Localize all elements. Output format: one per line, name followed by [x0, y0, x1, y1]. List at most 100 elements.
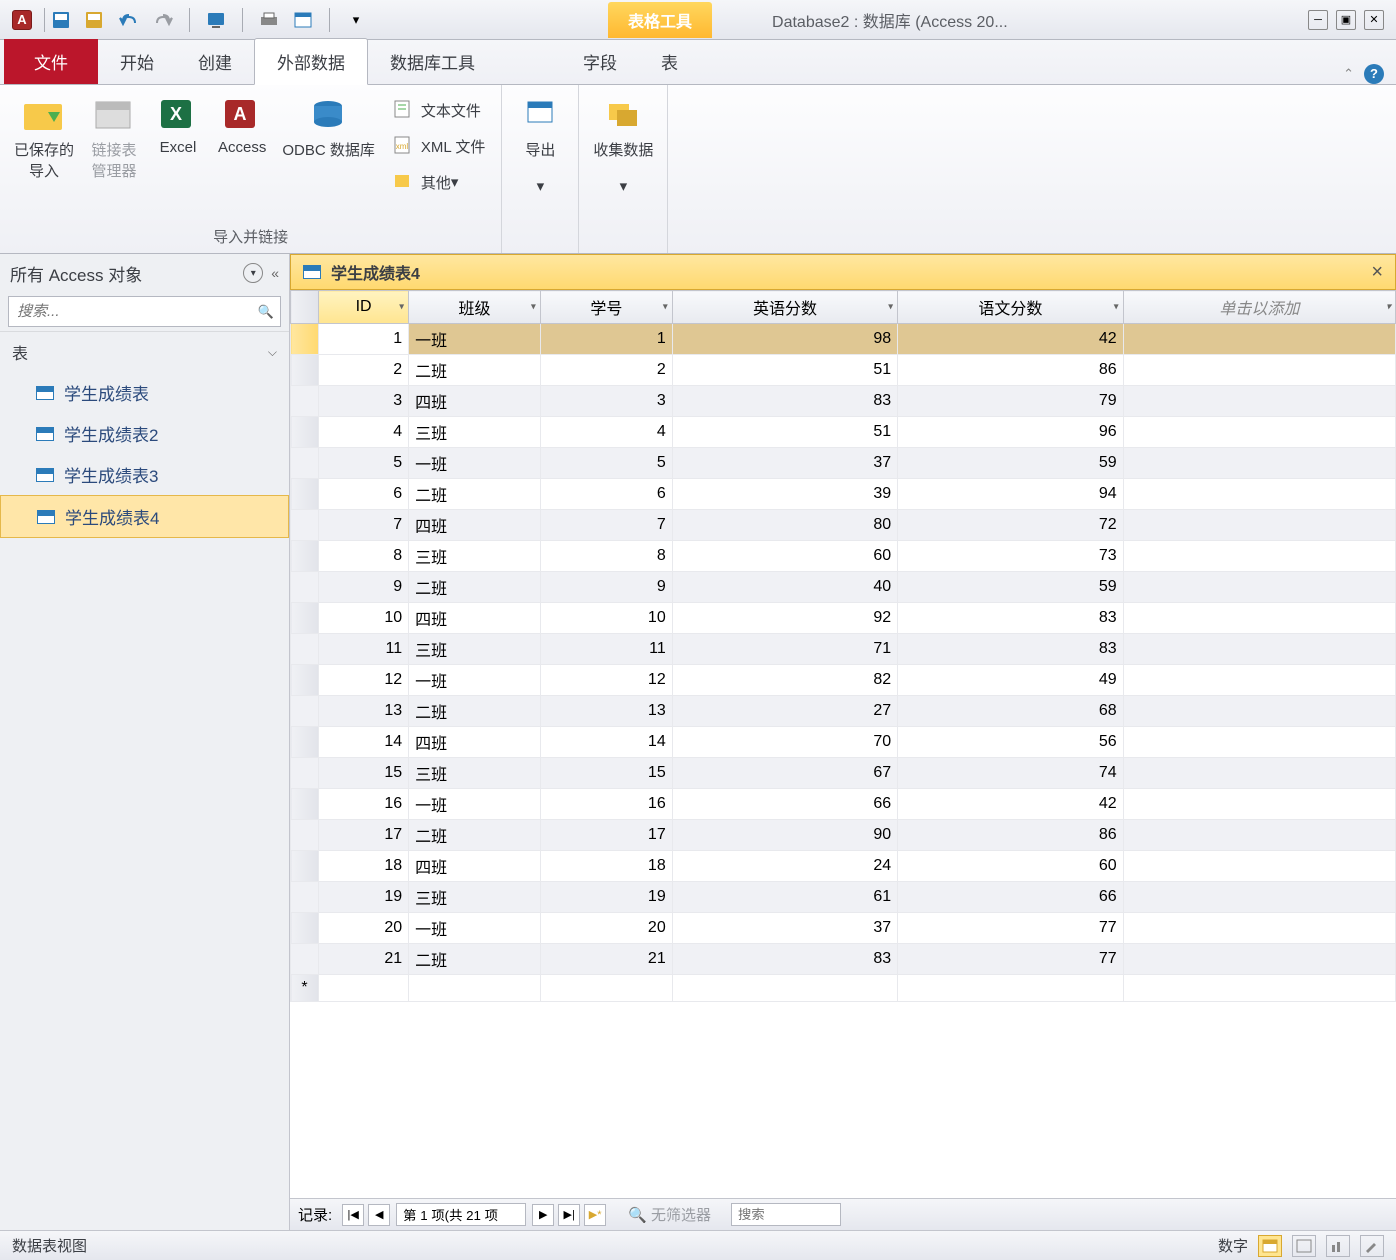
prev-record-icon[interactable]: ◀	[368, 1204, 390, 1226]
cell-id[interactable]: 13	[319, 696, 409, 727]
cell-empty[interactable]	[1123, 913, 1395, 944]
table-row[interactable]: 12一班128249	[291, 665, 1396, 696]
search-icon[interactable]: 🔍	[252, 297, 280, 326]
cell-empty[interactable]	[1123, 634, 1395, 665]
row-selector[interactable]	[291, 634, 319, 665]
cell-english[interactable]: 82	[672, 665, 897, 696]
column-header[interactable]: 语文分数▾	[898, 291, 1123, 324]
cell-english[interactable]: 39	[672, 479, 897, 510]
cell-class[interactable]: 四班	[409, 386, 541, 417]
cell-empty[interactable]	[1123, 944, 1395, 975]
cell-class[interactable]: 一班	[409, 913, 541, 944]
undo-icon[interactable]	[117, 8, 141, 32]
row-selector[interactable]	[291, 541, 319, 572]
cell-english[interactable]: 98	[672, 324, 897, 355]
cell-no[interactable]: 4	[540, 417, 672, 448]
document-tab[interactable]: 学生成绩表4 ×	[290, 254, 1396, 290]
save-icon[interactable]	[49, 8, 73, 32]
nav-item-table[interactable]: 学生成绩表3	[0, 454, 289, 495]
cell-id[interactable]: 9	[319, 572, 409, 603]
select-all-cell[interactable]	[291, 291, 319, 324]
cell-class[interactable]: 三班	[409, 758, 541, 789]
screen-icon[interactable]	[204, 8, 228, 32]
cell-empty[interactable]	[1123, 727, 1395, 758]
cell-english[interactable]: 90	[672, 820, 897, 851]
cell-chinese[interactable]: 68	[898, 696, 1123, 727]
tab-home[interactable]: 开始	[98, 39, 176, 84]
cell-english[interactable]: 40	[672, 572, 897, 603]
cell-class[interactable]: 二班	[409, 479, 541, 510]
cell-english[interactable]: 67	[672, 758, 897, 789]
row-selector[interactable]	[291, 665, 319, 696]
cell-id[interactable]: 6	[319, 479, 409, 510]
nav-header[interactable]: 所有 Access 对象 ▾ «	[0, 254, 289, 292]
cell-class[interactable]: 二班	[409, 820, 541, 851]
cell-english[interactable]: 60	[672, 541, 897, 572]
row-selector[interactable]	[291, 572, 319, 603]
table-row[interactable]: 9二班94059	[291, 572, 1396, 603]
table-icon[interactable]	[291, 8, 315, 32]
chevron-down-icon[interactable]: ▾	[243, 263, 263, 283]
cell-id[interactable]: 15	[319, 758, 409, 789]
next-record-icon[interactable]: ▶	[532, 1204, 554, 1226]
row-selector[interactable]	[291, 448, 319, 479]
cell-chinese[interactable]: 86	[898, 355, 1123, 386]
table-row[interactable]: 14四班147056	[291, 727, 1396, 758]
row-selector[interactable]	[291, 758, 319, 789]
tab-table[interactable]: 表	[639, 39, 700, 84]
cell-empty[interactable]	[1123, 541, 1395, 572]
cell-class[interactable]: 一班	[409, 324, 541, 355]
cell-empty[interactable]	[1123, 448, 1395, 479]
help-icon[interactable]: ?	[1364, 64, 1384, 84]
cell-no[interactable]: 1	[540, 324, 672, 355]
cell-no[interactable]: 14	[540, 727, 672, 758]
table-row[interactable]: 5一班53759	[291, 448, 1396, 479]
cell-english[interactable]: 80	[672, 510, 897, 541]
cell-no[interactable]: 9	[540, 572, 672, 603]
cell-class[interactable]: 一班	[409, 789, 541, 820]
cell-id[interactable]: 16	[319, 789, 409, 820]
cell-class[interactable]: 四班	[409, 603, 541, 634]
cell-class[interactable]: 二班	[409, 944, 541, 975]
import-text-button[interactable]: 文本文件	[385, 95, 493, 125]
cell-no[interactable]: 19	[540, 882, 672, 913]
cell-empty[interactable]	[1123, 324, 1395, 355]
collapse-ribbon-icon[interactable]: ⌃	[1343, 66, 1354, 82]
table-row[interactable]: 1一班19842	[291, 324, 1396, 355]
column-dropdown-icon[interactable]: ▾	[1114, 302, 1119, 313]
cell-english[interactable]: 24	[672, 851, 897, 882]
table-row[interactable]: 19三班196166	[291, 882, 1396, 913]
cell-class[interactable]: 四班	[409, 510, 541, 541]
row-selector[interactable]	[291, 386, 319, 417]
table-row[interactable]: 21二班218377	[291, 944, 1396, 975]
table-row[interactable]: 13二班132768	[291, 696, 1396, 727]
cell-chinese[interactable]: 56	[898, 727, 1123, 758]
first-record-icon[interactable]: |◀	[342, 1204, 364, 1226]
cell-chinese[interactable]: 74	[898, 758, 1123, 789]
row-selector[interactable]	[291, 882, 319, 913]
close-icon[interactable]: ✕	[1364, 10, 1384, 30]
cell-english[interactable]: 71	[672, 634, 897, 665]
column-dropdown-icon[interactable]: ▾	[1386, 302, 1391, 313]
column-dropdown-icon[interactable]: ▾	[663, 302, 668, 313]
cell-english[interactable]: 61	[672, 882, 897, 913]
table-row[interactable]: 4三班45196	[291, 417, 1396, 448]
cell-id[interactable]: 14	[319, 727, 409, 758]
cell-chinese[interactable]: 73	[898, 541, 1123, 572]
cell-no[interactable]: 10	[540, 603, 672, 634]
column-dropdown-icon[interactable]: ▾	[531, 302, 536, 313]
cell-id[interactable]: 20	[319, 913, 409, 944]
cell-no[interactable]: 21	[540, 944, 672, 975]
cell-id[interactable]: 1	[319, 324, 409, 355]
cell-empty[interactable]	[1123, 479, 1395, 510]
cell-no[interactable]: 16	[540, 789, 672, 820]
cell-english[interactable]: 92	[672, 603, 897, 634]
cell-no[interactable]: 17	[540, 820, 672, 851]
cell-class[interactable]: 二班	[409, 572, 541, 603]
cell-id[interactable]: 18	[319, 851, 409, 882]
table-row[interactable]: 17二班179086	[291, 820, 1396, 851]
cell-no[interactable]: 2	[540, 355, 672, 386]
cell-english[interactable]: 37	[672, 448, 897, 479]
table-row[interactable]: 16一班166642	[291, 789, 1396, 820]
cell-chinese[interactable]: 42	[898, 324, 1123, 355]
